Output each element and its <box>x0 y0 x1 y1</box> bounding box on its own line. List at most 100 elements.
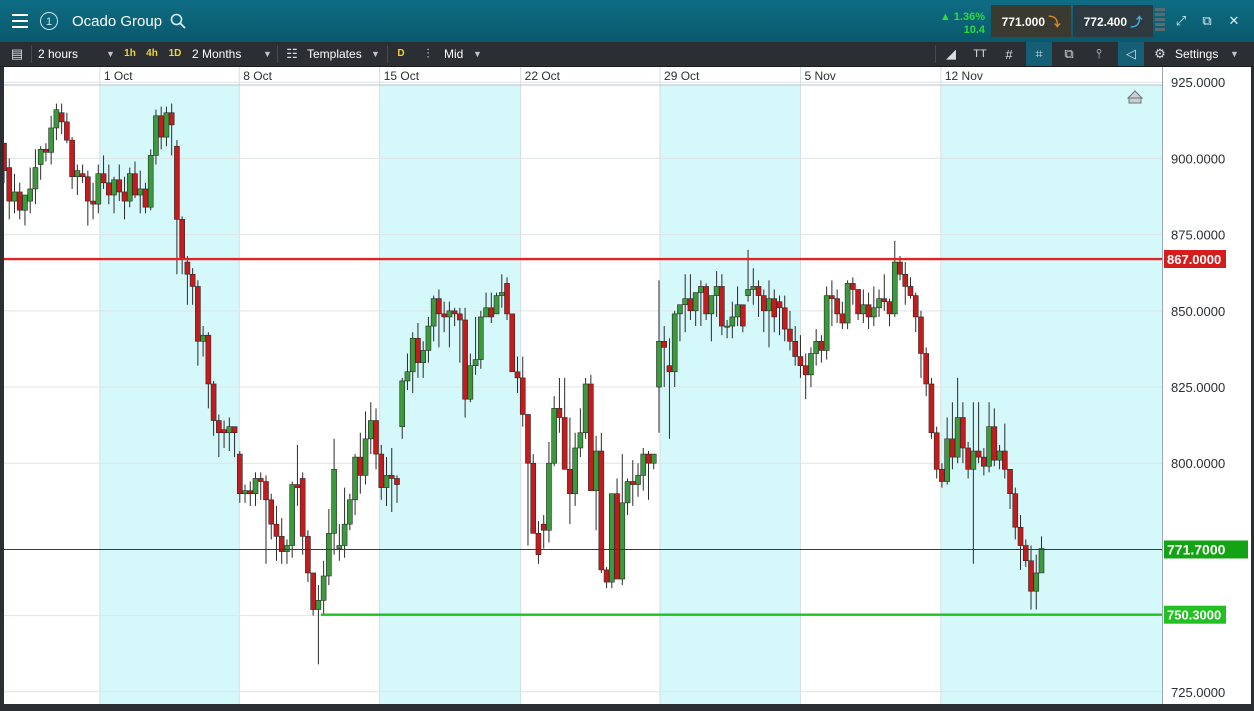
x-tick-label: 15 Oct <box>384 69 420 83</box>
chevron-down-icon[interactable]: ▼ <box>371 42 380 66</box>
draw-line-icon[interactable]: ◢ <box>940 42 962 66</box>
candle-body <box>535 533 542 555</box>
templates-icon[interactable]: ☷ <box>283 42 301 66</box>
settings-button[interactable]: Settings <box>1175 42 1218 66</box>
candle <box>4 142 7 183</box>
candle-body <box>577 432 584 449</box>
search-icon[interactable] <box>170 13 186 29</box>
candle <box>886 298 893 327</box>
candle-body <box>32 167 39 190</box>
candle-body <box>305 536 311 574</box>
instrument-name[interactable]: Ocado Group <box>72 0 162 42</box>
popout-icon[interactable]: ⧉ <box>1198 12 1216 30</box>
grid-icon[interactable]: # <box>998 42 1020 66</box>
crosshair-icon[interactable]: ⌗ <box>1026 42 1052 66</box>
resistance-price-tag: 867.0000 <box>1167 252 1221 267</box>
candle-body <box>928 383 935 434</box>
candle-body <box>441 313 447 318</box>
candle <box>273 505 280 561</box>
candle <box>69 137 75 189</box>
sell-price-button[interactable]: 771.000 ⤵ <box>991 5 1071 37</box>
week-band <box>660 85 801 704</box>
text-tool-icon[interactable]: TT <box>968 42 992 66</box>
buy-price-button[interactable]: 772.400 ⤴ <box>1073 5 1153 37</box>
candle-body <box>326 533 332 577</box>
candle <box>305 530 311 583</box>
mode-badge[interactable]: D <box>394 46 408 62</box>
candle-body <box>1033 572 1040 592</box>
interval-1h-button[interactable]: 1h <box>121 46 139 62</box>
candle <box>928 377 935 439</box>
candle <box>263 475 269 564</box>
candle-body <box>561 417 568 470</box>
interval-select[interactable]: 2 hours <box>38 42 78 66</box>
candle <box>64 112 70 144</box>
x-tick-label: 22 Oct <box>525 69 561 83</box>
frame-edge <box>0 704 1254 711</box>
candle-body <box>619 502 626 580</box>
candle-body <box>865 304 872 318</box>
chart-plot-area[interactable]: 1 Oct 8 Oct 15 Oct 22 Oct 29 Oct 5 Nov 12 Nov <box>4 67 1162 704</box>
panel-toggle-icon[interactable]: ▤ <box>6 42 28 66</box>
candle-body <box>871 307 877 318</box>
chevron-down-icon[interactable]: ▼ <box>106 42 115 66</box>
window-header: 1 Ocado Group ▲ 1.36% 10.4 771.000 ⤵ 772… <box>0 0 1254 43</box>
indicator-icon[interactable]: ⫯ <box>1088 42 1110 66</box>
candle <box>53 103 60 141</box>
candle-body <box>184 261 191 275</box>
candle <box>860 289 867 324</box>
overlay-icon[interactable]: ⧉ <box>1058 42 1080 66</box>
candle-body <box>446 310 453 318</box>
divider <box>31 45 32 63</box>
chevron-down-icon[interactable]: ▼ <box>263 42 272 66</box>
candle <box>561 377 568 470</box>
candle-body <box>844 283 851 324</box>
templates-button[interactable]: Templates <box>307 42 362 66</box>
candle-body <box>472 359 479 366</box>
candle <box>855 289 861 320</box>
candle-body <box>860 304 867 315</box>
candle-body <box>750 286 757 290</box>
candle-body <box>802 365 809 376</box>
candle-body <box>153 115 159 156</box>
candle-body <box>483 307 489 318</box>
price-axis[interactable]: 925.0000 900.0000 875.0000 850.0000 825.0000… <box>1162 67 1251 704</box>
candle <box>546 441 552 543</box>
price-tag-icon[interactable]: ◁ <box>1118 42 1144 66</box>
candle-body <box>493 295 500 315</box>
candle-body <box>388 475 395 479</box>
candle-body <box>436 298 442 315</box>
candle-body <box>703 286 709 315</box>
price-change: ▲ 1.36% 10.4 <box>927 5 989 37</box>
candle <box>635 463 641 497</box>
chevron-down-icon[interactable]: ▼ <box>473 42 482 66</box>
candle-body <box>310 572 316 610</box>
candle-body <box>760 295 767 312</box>
candle <box>247 481 254 506</box>
candle-body <box>797 356 804 366</box>
close-icon[interactable]: ✕ <box>1225 12 1243 30</box>
candle-body <box>834 298 840 315</box>
candle <box>509 313 516 373</box>
candle-body <box>645 453 652 464</box>
window-number-badge[interactable]: 1 <box>40 12 58 30</box>
menu-icon[interactable] <box>4 5 36 37</box>
interval-1d-button[interactable]: 1D <box>166 46 184 62</box>
candle-body <box>996 450 1003 461</box>
buy-price: 772.400 <box>1083 15 1128 29</box>
candle-body <box>897 261 903 275</box>
ohlc-icon[interactable]: ⫶ <box>418 42 438 66</box>
candle-body <box>886 301 893 315</box>
interval-4h-button[interactable]: 4h <box>143 46 161 62</box>
candle <box>27 167 33 214</box>
range-select[interactable]: 2 Months <box>192 42 241 66</box>
chevron-down-icon[interactable]: ▼ <box>1230 42 1239 66</box>
price-type-select[interactable]: Mid <box>444 42 463 66</box>
gear-icon[interactable]: ⚙ <box>1150 42 1170 66</box>
candle-body <box>4 142 7 171</box>
candle <box>593 435 599 531</box>
candle <box>299 472 306 555</box>
candle <box>294 444 301 506</box>
expand-icon[interactable]: ⤢ <box>1172 12 1190 30</box>
candle <box>79 164 86 183</box>
